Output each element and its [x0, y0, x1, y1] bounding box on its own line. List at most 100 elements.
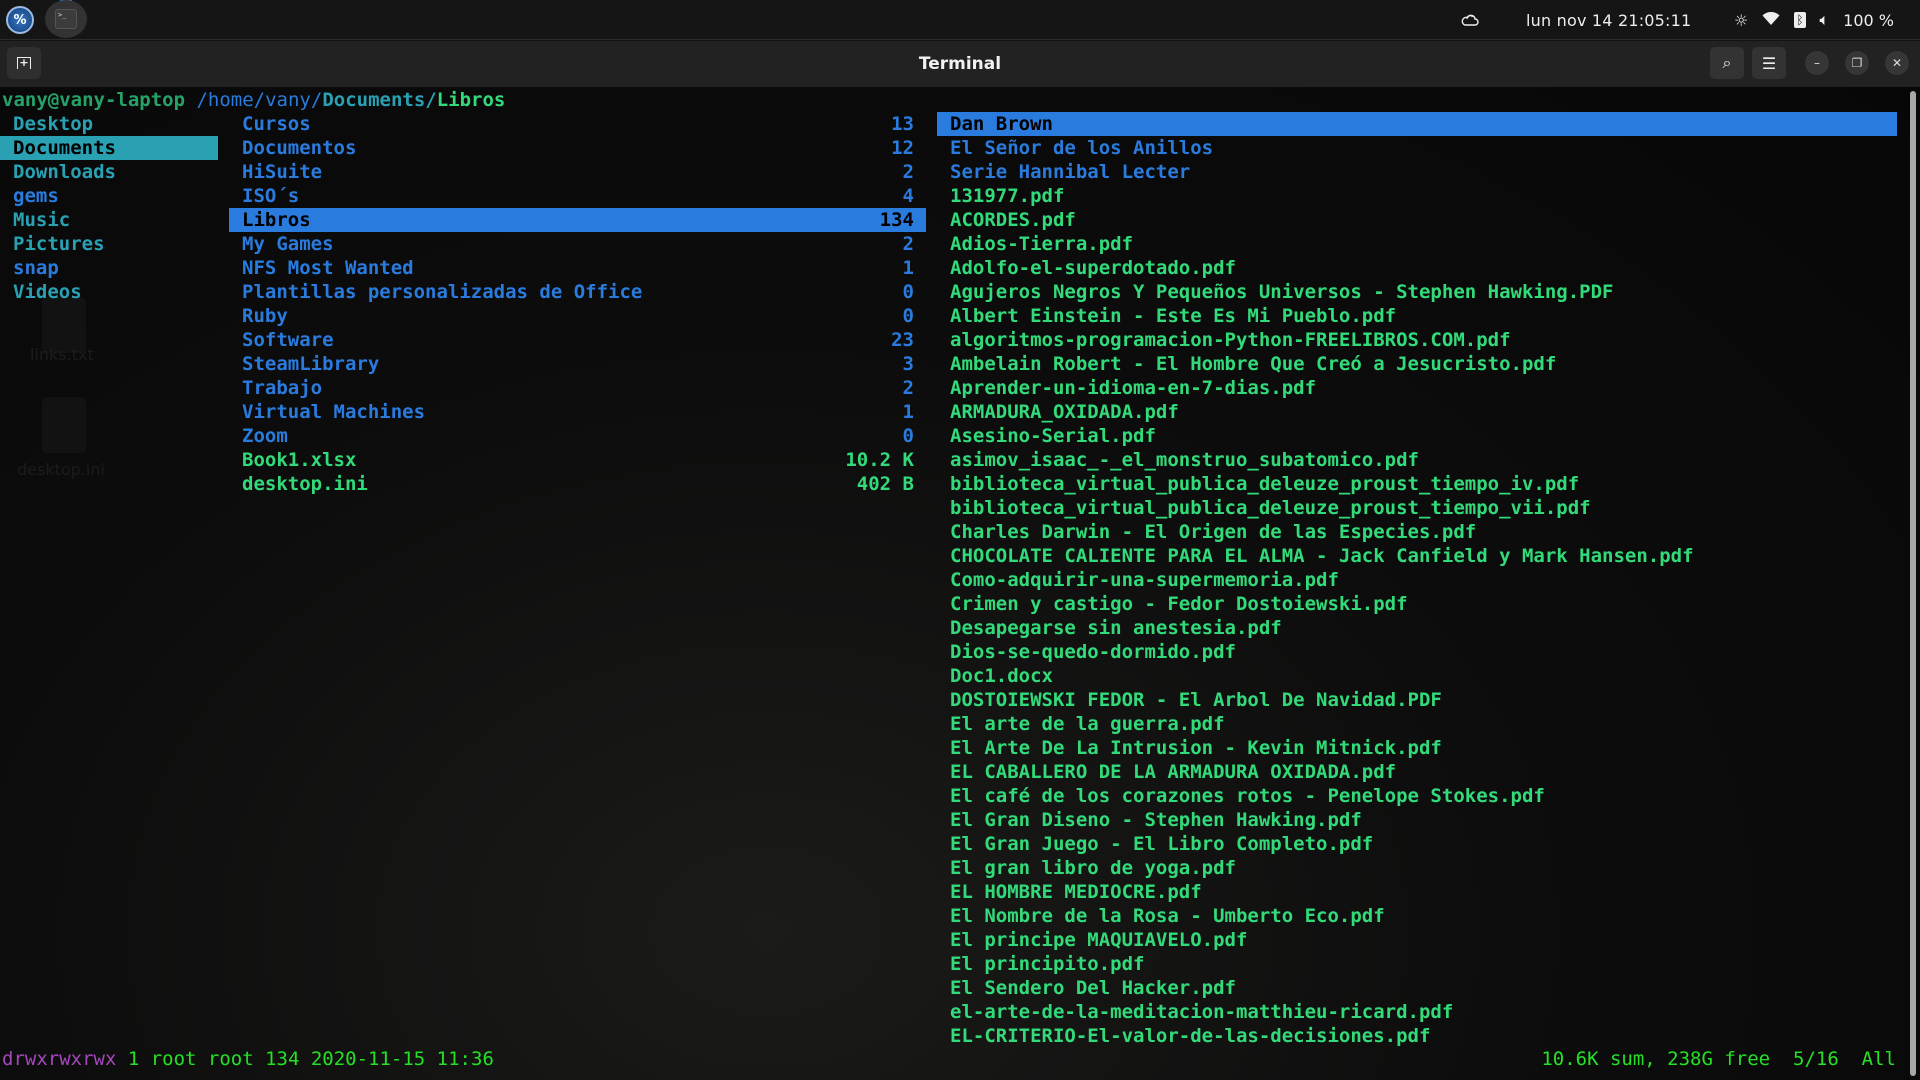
disk-usage: 10.6K sum, 238G free: [1541, 1048, 1771, 1070]
file-entry[interactable]: El principito.pdf: [937, 952, 1897, 976]
file-name: El Nombre de la Rosa - Umberto Eco.pdf: [950, 905, 1385, 927]
file-entry[interactable]: Desapegarse sin anestesia.pdf: [937, 616, 1897, 640]
file-entry[interactable]: Ambelain Robert - El Hombre Que Creó a J…: [937, 352, 1897, 376]
file-entry[interactable]: Desktop: [0, 112, 218, 136]
file-entry[interactable]: El Sendero Del Hacker.pdf: [937, 976, 1897, 1000]
file-entry[interactable]: My Games 2: [229, 232, 926, 256]
file-entry[interactable]: snap: [0, 256, 218, 280]
file-entry[interactable]: Downloads: [0, 160, 218, 184]
file-entry[interactable]: Como-adquirir-una-supermemoria.pdf: [937, 568, 1897, 592]
file-entry[interactable]: Documentos 12: [229, 136, 926, 160]
status-menu[interactable]: ☼ ᛒ 🔈︎ 100 %: [1734, 0, 1894, 40]
file-entry[interactable]: Adios-Tierra.pdf: [937, 232, 1897, 256]
file-entry[interactable]: SteamLibrary 3: [229, 352, 926, 376]
file-name: El Gran Juego - El Libro Completo.pdf: [950, 833, 1374, 855]
file-name: DOSTOIEWSKI FEDOR - El Arbol De Navidad.…: [950, 689, 1442, 711]
file-entry[interactable]: biblioteca_virtual_publica_deleuze_prous…: [937, 472, 1897, 496]
file-name: El Sendero Del Hacker.pdf: [950, 977, 1236, 999]
file-entry[interactable]: Aprender-un-idioma-en-7-dias.pdf: [937, 376, 1897, 400]
file-entry[interactable]: gems: [0, 184, 218, 208]
file-name: Adios-Tierra.pdf: [950, 233, 1134, 255]
file-entry[interactable]: ARMADURA_OXIDADA.pdf: [937, 400, 1897, 424]
file-entry[interactable]: El principe MAQUIAVELO.pdf: [937, 928, 1897, 952]
file-size: 2: [902, 233, 914, 255]
file-entry[interactable]: Zoom 0: [229, 424, 926, 448]
file-entry[interactable]: biblioteca_virtual_publica_deleuze_prous…: [937, 496, 1897, 520]
file-entry[interactable]: desktop.ini 402 B: [229, 472, 926, 496]
new-tab-button[interactable]: +: [7, 47, 41, 79]
menu-button[interactable]: ☰: [1752, 47, 1786, 79]
clock[interactable]: lun nov 14 21:05:11: [1526, 0, 1691, 40]
file-entry[interactable]: Software 23: [229, 328, 926, 352]
file-name: My Games: [242, 233, 334, 255]
file-entry[interactable]: ACORDES.pdf: [937, 208, 1897, 232]
file-entry[interactable]: Charles Darwin - El Origen de las Especi…: [937, 520, 1897, 544]
file-entry[interactable]: Agujeros Negros Y Pequeños Universos - S…: [937, 280, 1897, 304]
file-entry[interactable]: Serie Hannibal Lecter: [937, 160, 1897, 184]
file-entry[interactable]: el-arte-de-la-meditacion-matthieu-ricard…: [937, 1000, 1897, 1024]
file-entry[interactable]: Music: [0, 208, 218, 232]
terminal-app-icon[interactable]: >_: [45, 0, 87, 38]
file-entry[interactable]: El Señor de los Anillos: [937, 136, 1897, 160]
file-entry[interactable]: algoritmos-programacion-Python-FREELIBRO…: [937, 328, 1897, 352]
file-entry[interactable]: Libros 134: [229, 208, 926, 232]
terminal-body[interactable]: links.txt desktop.ini vany@vany-laptop /…: [0, 87, 1920, 1080]
file-entry[interactable]: HiSuite 2: [229, 160, 926, 184]
hamburger-menu-icon: ☰: [1761, 53, 1777, 73]
file-entry[interactable]: EL HOMBRE MEDIOCRE.pdf: [937, 880, 1897, 904]
file-name: Zoom: [242, 425, 288, 447]
file-entry[interactable]: Book1.xlsx 10.2 K: [229, 448, 926, 472]
current-directory-column: Cursos 13 Documentos 12 HiSuite 2 ISO´s 4 Libros…: [229, 112, 926, 496]
file-size: 3: [902, 353, 914, 375]
file-entry[interactable]: Dios-se-quedo-dormido.pdf: [937, 640, 1897, 664]
file-entry[interactable]: El gran libro de yoga.pdf: [937, 856, 1897, 880]
file-entry[interactable]: Doc1.docx: [937, 664, 1897, 688]
file-entry[interactable]: Virtual Machines 1: [229, 400, 926, 424]
file-entry[interactable]: Plantillas personalizadas de Office 0: [229, 280, 926, 304]
file-entry[interactable]: ISO´s 4: [229, 184, 926, 208]
file-entry[interactable]: Asesino-Serial.pdf: [937, 424, 1897, 448]
maximize-button[interactable]: ❐: [1845, 51, 1869, 75]
file-entry[interactable]: NFS Most Wanted 1: [229, 256, 926, 280]
file-name: Plantillas personalizadas de Office: [242, 281, 643, 303]
file-entry[interactable]: Ruby 0: [229, 304, 926, 328]
file-entry[interactable]: 131977.pdf: [937, 184, 1897, 208]
night-light-icon: ☼: [1734, 10, 1749, 30]
file-entry[interactable]: Cursos 13: [229, 112, 926, 136]
file-name: Ambelain Robert - El Hombre Que Creó a J…: [950, 353, 1557, 375]
file-entry[interactable]: Crimen y castigo - Fedor Dostoiewski.pdf: [937, 592, 1897, 616]
file-entry[interactable]: El Gran Juego - El Libro Completo.pdf: [937, 832, 1897, 856]
file-entry[interactable]: DOSTOIEWSKI FEDOR - El Arbol De Navidad.…: [937, 688, 1897, 712]
search-button[interactable]: ⌕: [1710, 47, 1744, 79]
file-entry[interactable]: EL CABALLERO DE LA ARMADURA OXIDADA.pdf: [937, 760, 1897, 784]
file-entry[interactable]: El arte de la guerra.pdf: [937, 712, 1897, 736]
file-entry[interactable]: Videos: [0, 280, 218, 304]
file-name: ACORDES.pdf: [950, 209, 1076, 231]
file-name: EL-CRITERIO-El-valor-de-las-decisiones.p…: [950, 1025, 1431, 1047]
file-name: Doc1.docx: [950, 665, 1053, 687]
app-logo-icon[interactable]: %: [6, 6, 34, 34]
scrollbar[interactable]: [1910, 91, 1916, 1076]
file-entry[interactable]: Trabajo 2: [229, 376, 926, 400]
new-tab-icon: +: [17, 57, 31, 69]
system-top-bar: % >_ lun nov 14 21:05:11 ☼ ᛒ 🔈︎ 100 %: [0, 0, 1920, 40]
file-entry[interactable]: Albert Einstein - Este Es Mi Pueblo.pdf: [937, 304, 1897, 328]
file-size: 4: [902, 185, 914, 207]
file-entry[interactable]: El Gran Diseno - Stephen Hawking.pdf: [937, 808, 1897, 832]
file-entry[interactable]: EL-CRITERIO-El-valor-de-las-decisiones.p…: [937, 1024, 1897, 1048]
file-entry[interactable]: El Arte De La Intrusion - Kevin Mitnick.…: [937, 736, 1897, 760]
file-entry[interactable]: El café de los corazones rotos - Penelop…: [937, 784, 1897, 808]
file-entry[interactable]: Documents: [0, 136, 218, 160]
file-entry[interactable]: CHOCOLATE CALIENTE PARA EL ALMA - Jack C…: [937, 544, 1897, 568]
close-button[interactable]: ✕: [1885, 51, 1909, 75]
file-entry[interactable]: Adolfo-el-superdotado.pdf: [937, 256, 1897, 280]
preview-column: Dan Brown El Señor de los Anillos Serie Ha…: [937, 112, 1897, 1048]
file-entry[interactable]: asimov_isaac_-_el_monstruo_subatomico.pd…: [937, 448, 1897, 472]
file-entry[interactable]: El Nombre de la Rosa - Umberto Eco.pdf: [937, 904, 1897, 928]
file-entry[interactable]: Pictures: [0, 232, 218, 256]
file-name: HiSuite: [242, 161, 323, 183]
file-entry[interactable]: Dan Brown: [937, 112, 1897, 136]
minimize-button[interactable]: –: [1805, 51, 1829, 75]
weather-icon[interactable]: [1460, 0, 1480, 40]
file-size: 1: [902, 401, 914, 423]
